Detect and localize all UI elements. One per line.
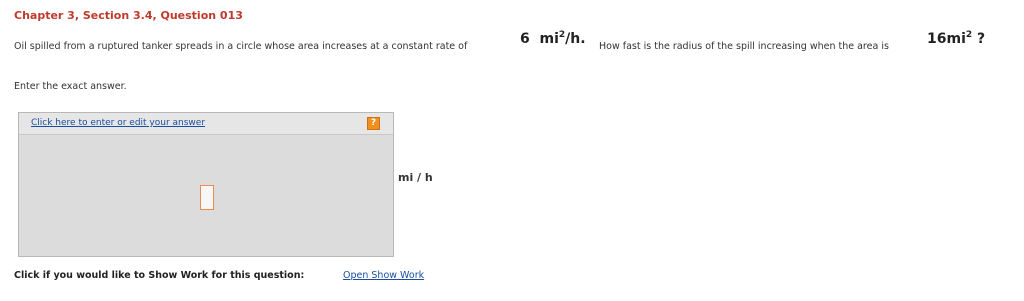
question-text: Oil spilled from a ruptured tanker sprea… — [14, 30, 1014, 56]
question-text-part1: Oil spilled from a ruptured tanker sprea… — [14, 41, 468, 52]
chapter-title: Chapter 3, Section 3.4, Question 013 — [14, 9, 243, 22]
enter-answer-link[interactable]: Click here to enter or edit your answer — [31, 118, 205, 128]
rate-unit-tail: /h. — [565, 31, 586, 47]
answer-input-placeholder[interactable] — [200, 185, 214, 210]
rate-unit-base: mi — [539, 31, 559, 47]
help-icon[interactable]: ? — [367, 117, 380, 130]
area-value: 16mi — [927, 31, 966, 47]
answer-unit-label: mi / h — [398, 171, 433, 184]
question-text-part2: How fast is the radius of the spill incr… — [599, 41, 889, 52]
open-show-work-link[interactable]: Open Show Work — [343, 270, 424, 281]
rate-value: 6 — [520, 31, 530, 47]
area-tail: ? — [977, 31, 986, 47]
instruction-text: Enter the exact answer. — [14, 81, 127, 92]
area-exponent: 2 — [965, 30, 973, 40]
rate-expression: 6 mi2/h. — [520, 30, 586, 47]
question-page: Chapter 3, Section 3.4, Question 013 Oil… — [0, 0, 1024, 301]
answer-box-header: Click here to enter or edit your answer … — [19, 113, 393, 135]
answer-entry-box[interactable]: Click here to enter or edit your answer … — [18, 112, 394, 257]
show-work-prompt: Click if you would like to Show Work for… — [14, 270, 305, 281]
area-expression: 16mi2 ? — [927, 30, 985, 47]
